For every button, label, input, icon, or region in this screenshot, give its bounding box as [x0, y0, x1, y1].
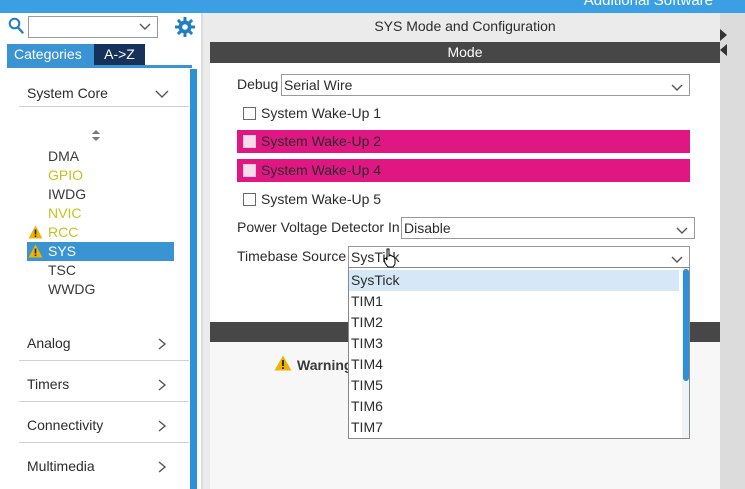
wakeup-2-label: System Wake-Up 2: [261, 133, 382, 149]
debug-select[interactable]: Serial Wire: [281, 74, 690, 96]
section-label: System Core: [27, 85, 108, 101]
config-title: SYS Mode and Configuration: [374, 18, 556, 34]
dropdown-option-tim6[interactable]: TIM6: [349, 396, 679, 417]
dropdown-option-tim7[interactable]: TIM7: [349, 417, 679, 438]
dropdown-option-tim1[interactable]: TIM1: [349, 291, 679, 312]
section-multimedia[interactable]: Multimedia: [7, 455, 190, 477]
dropdown-scrollbar-thumb[interactable]: [683, 269, 689, 381]
section-system-core[interactable]: System Core: [7, 82, 190, 104]
wakeup-1-checkbox[interactable]: [243, 107, 256, 120]
timebase-select[interactable]: SysTick: [348, 246, 690, 268]
left-panel: Categories A->Z System Core DMA GPIO IWD…: [0, 13, 203, 489]
wakeup-1-label: System Wake-Up 1: [261, 105, 382, 121]
item-label: GPIO: [48, 167, 84, 183]
wakeup-2-row[interactable]: System Wake-Up 2: [237, 130, 690, 153]
search-input[interactable]: [28, 16, 158, 38]
section-timers[interactable]: Timers: [7, 373, 190, 395]
wakeup-4-checkbox[interactable]: [243, 164, 256, 177]
item-label: NVIC: [48, 205, 82, 221]
list-item-nvic[interactable]: NVIC: [27, 204, 174, 223]
section-divider: [19, 442, 189, 443]
category-scrollbar[interactable]: [190, 69, 197, 489]
collapse-arrow-icon[interactable]: [720, 43, 728, 56]
list-item-sys[interactable]: SYS: [27, 242, 174, 261]
section-label: Timers: [27, 376, 70, 392]
item-label: WWDG: [48, 281, 96, 297]
wakeup-5-row[interactable]: System Wake-Up 5: [237, 188, 690, 211]
list-item-dma[interactable]: DMA: [27, 147, 174, 166]
wakeup-5-checkbox[interactable]: [243, 193, 256, 206]
wakeup-1-row[interactable]: System Wake-Up 1: [237, 102, 690, 125]
dropdown-option-tim2[interactable]: TIM2: [349, 312, 679, 333]
item-label: RCC: [48, 224, 79, 240]
chevron-right-icon[interactable]: [155, 337, 169, 350]
top-bar: Additional Software: [0, 0, 745, 13]
mouse-cursor-icon: [383, 248, 397, 268]
timebase-label: Timebase Source: [237, 248, 347, 264]
item-label: SYS: [48, 243, 77, 259]
chevron-down-icon[interactable]: [155, 87, 169, 99]
mode-header: Mode: [210, 42, 720, 63]
warning-text: Warning: [297, 357, 353, 373]
item-label: TSC: [48, 262, 76, 278]
wakeup-4-label: System Wake-Up 4: [261, 162, 382, 178]
right-edge-panel: [720, 13, 745, 489]
category-list: System Core DMA GPIO IWDG NVIC RCC SYS T…: [7, 69, 190, 489]
section-label: Analog: [27, 335, 71, 351]
section-divider: [19, 106, 189, 107]
section-connectivity[interactable]: Connectivity: [7, 414, 190, 436]
section-label: Connectivity: [27, 417, 104, 433]
dropdown-option-tim3[interactable]: TIM3: [349, 333, 679, 354]
pvd-label: Power Voltage Detector In: [237, 219, 400, 235]
warning-icon: [28, 244, 43, 258]
additional-software-label[interactable]: Additional Software: [584, 0, 713, 9]
list-item-wwdg[interactable]: WWDG: [27, 280, 174, 299]
chevron-down-icon[interactable]: [676, 222, 688, 234]
section-divider: [19, 360, 189, 361]
pvd-value: Disable: [404, 220, 451, 236]
dropdown-option-systick[interactable]: SysTick: [349, 270, 679, 291]
pvd-select[interactable]: Disable: [401, 217, 695, 239]
chevron-down-icon[interactable]: [671, 79, 683, 91]
item-label: DMA: [48, 148, 80, 164]
wakeup-4-row[interactable]: System Wake-Up 4: [237, 159, 690, 182]
chevron-right-icon[interactable]: [155, 460, 169, 473]
dropdown-option-tim4[interactable]: TIM4: [349, 354, 679, 375]
timebase-dropdown-list[interactable]: SysTick TIM1 TIM2 TIM3 TIM4 TIM5 TIM6 TI…: [348, 267, 690, 439]
tab-a-z[interactable]: A->Z: [94, 44, 145, 65]
expand-arrow-icon[interactable]: [720, 28, 728, 41]
search-icon[interactable]: [8, 17, 24, 35]
gear-icon[interactable]: [174, 16, 196, 38]
warning-icon: [28, 225, 43, 239]
section-divider: [19, 401, 189, 402]
chevron-down-icon[interactable]: [671, 251, 683, 263]
chevron-right-icon[interactable]: [155, 419, 169, 432]
list-item-gpio[interactable]: GPIO: [27, 166, 174, 185]
section-label: Multimedia: [27, 458, 95, 474]
debug-label: Debug: [237, 76, 279, 92]
list-item-iwdg[interactable]: IWDG: [27, 185, 174, 204]
warning-icon: [274, 355, 292, 371]
list-item-tsc[interactable]: TSC: [27, 261, 174, 280]
debug-value: Serial Wire: [284, 77, 353, 93]
dropdown-option-tim5[interactable]: TIM5: [349, 375, 679, 396]
sort-icon[interactable]: [91, 129, 101, 143]
wakeup-5-label: System Wake-Up 5: [261, 191, 382, 207]
wakeup-2-checkbox[interactable]: [243, 135, 256, 148]
tab-underline: [7, 65, 192, 68]
chevron-right-icon[interactable]: [155, 378, 169, 391]
chevron-down-icon[interactable]: [139, 20, 151, 34]
dropdown-scrollbar[interactable]: [682, 268, 689, 438]
tab-categories[interactable]: Categories: [7, 44, 94, 65]
item-label: IWDG: [48, 186, 87, 202]
section-analog[interactable]: Analog: [7, 332, 190, 354]
list-item-rcc[interactable]: RCC: [27, 223, 174, 242]
